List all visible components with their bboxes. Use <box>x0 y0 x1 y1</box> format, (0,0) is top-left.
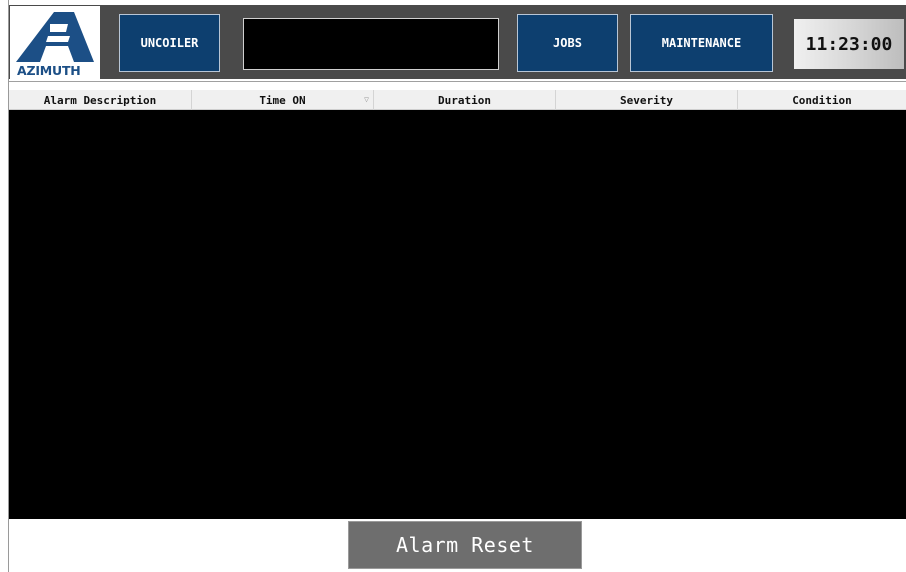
alarm-reset-button[interactable]: Alarm Reset <box>348 521 582 569</box>
alarm-table-body[interactable] <box>9 110 906 519</box>
column-header-label: Severity <box>620 93 673 107</box>
jobs-button[interactable]: JOBS <box>517 14 618 72</box>
column-header-severity[interactable]: Severity <box>556 90 738 110</box>
column-header-label: Duration <box>438 93 491 107</box>
uncoiler-button[interactable]: UNCOILER <box>119 14 220 72</box>
column-header-label: Condition <box>792 93 852 107</box>
logo-text: AZIMUTH <box>17 63 81 78</box>
azimuth-logo-icon <box>16 12 94 62</box>
column-header-alarm-description[interactable]: Alarm Description <box>9 90 192 110</box>
clock-display: 11:23:00 <box>794 19 904 69</box>
status-display-field <box>243 18 499 70</box>
column-header-label: Time ON <box>259 93 306 107</box>
maintenance-button[interactable]: MAINTENANCE <box>630 14 773 72</box>
column-header-duration[interactable]: Duration <box>374 90 556 110</box>
alarm-table-header: Alarm Description Time ON ▽ Duration Sev… <box>9 90 906 110</box>
column-header-label: Alarm Description <box>43 93 157 107</box>
column-header-time-on[interactable]: Time ON ▽ <box>192 90 374 110</box>
logo: AZIMUTH <box>10 6 100 80</box>
column-header-condition[interactable]: Condition <box>738 90 906 110</box>
alarm-table[interactable]: Alarm Description Time ON ▽ Duration Sev… <box>9 90 906 519</box>
sort-triangle-icon[interactable]: ▽ <box>364 95 369 104</box>
header-divider <box>9 81 906 82</box>
